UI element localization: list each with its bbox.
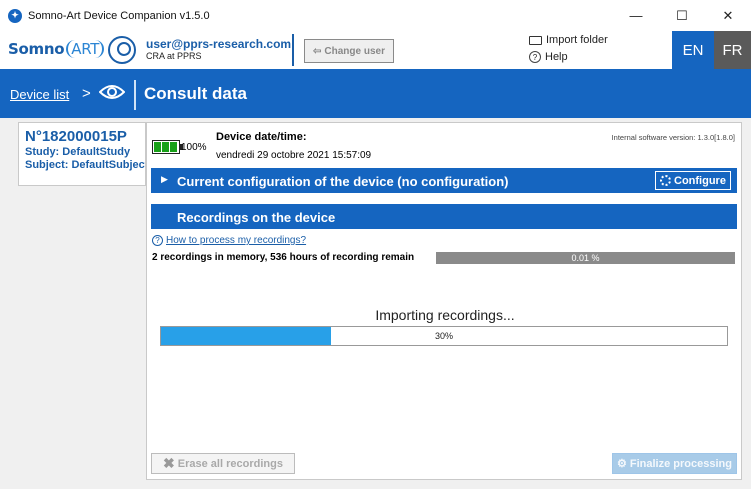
battery-percent: 100% [181,142,207,153]
import-progress-text: 30% [434,331,453,341]
recordings-header-label: Recordings on the device [177,210,336,225]
import-progress-bar: 30% [160,326,728,346]
logo-somno-text: Somno [8,40,65,58]
user-icon [108,36,136,64]
app-icon: ✦ [8,8,22,23]
breadcrumb-separator: > [82,85,91,102]
device-subject: Subject: DefaultSubject [25,159,146,171]
window-title: Somno-Art Device Companion v1.5.0 [28,9,210,22]
change-user-label: Change user [324,45,385,57]
page-title: Consult data [144,84,247,103]
battery-cell [162,142,169,152]
device-datetime-label: Device date/time: [216,131,307,143]
device-detail-panel: 100% Device date/time: vendredi 29 octob… [146,122,742,480]
logo-art-text: ART [66,40,105,58]
battery-cell [170,142,177,152]
recordings-header: Recordings on the device [151,204,737,229]
language-en-button[interactable]: EN [672,31,714,69]
maximize-button[interactable]: ☐ [659,0,705,31]
help-icon: ? [529,51,541,63]
finalize-processing-button[interactable]: ⚙ Finalize processing [612,453,737,474]
help-label: Help [545,51,568,63]
finalize-icon: ⚙ [617,458,627,470]
battery-cell [154,142,161,152]
how-to-process-link[interactable]: ? How to process my recordings? [152,235,306,246]
software-version: Internal software version: 1.3.0[1.8.0] [611,133,735,142]
somno-art-logo: Somno ART [8,40,105,58]
memory-usage-percent: 0.01 % [571,253,600,263]
app-header: Somno ART user@pprs-research.com CRA at P… [0,31,751,69]
header-divider [292,34,294,66]
device-list-link[interactable]: Device list [10,87,69,102]
configure-label: Configure [674,174,726,187]
import-folder-link[interactable]: Import folder [529,34,608,46]
configuration-label: Current configuration of the device (no … [177,174,509,189]
configure-button[interactable]: Configure [655,171,731,190]
how-to-process-label: How to process my recordings? [166,235,307,246]
user-role: CRA at PPRS [146,51,202,61]
erase-label: Erase all recordings [177,457,283,470]
erase-all-recordings-button[interactable]: ✖ Erase all recordings [151,453,295,474]
device-card[interactable]: N°182000015P Study: DefaultStudy Subject… [18,122,146,186]
help-link[interactable]: ? Help [529,51,568,63]
title-bar: ✦ Somno-Art Device Companion v1.5.0 — ☐ … [0,0,751,31]
device-datetime-value: vendredi 29 octobre 2021 15:57:09 [216,150,372,161]
device-study: Study: DefaultStudy [25,146,131,158]
eye-icon [99,85,125,99]
memory-usage-bar: 0.01 % [436,252,735,264]
importing-label: Importing recordings... [375,307,515,323]
chevron-right-icon: ▶ [161,174,168,184]
import-folder-label: Import folder [546,34,608,46]
change-user-button[interactable]: ⇦ Change user [304,39,394,63]
device-number: N°182000015P [25,128,127,145]
breadcrumb-divider [134,80,136,110]
breadcrumb: Device list > Consult data [0,69,751,118]
minimize-button[interactable]: — [613,0,659,31]
change-user-icon: ⇦ [313,45,322,57]
battery-icon [152,140,183,154]
memory-status-text: 2 recordings in memory, 536 hours of rec… [152,252,415,263]
language-fr-button[interactable]: FR [714,31,751,69]
folder-icon [529,35,542,45]
user-email: user@pprs-research.com [146,37,292,51]
close-button[interactable]: ✕ [705,0,751,31]
gear-icon [660,175,672,186]
erase-icon: ✖ [163,455,175,471]
question-icon: ? [152,235,163,246]
finalize-label: Finalize processing [629,457,732,470]
configuration-bar[interactable]: ▶ Current configuration of the device (n… [151,168,737,193]
